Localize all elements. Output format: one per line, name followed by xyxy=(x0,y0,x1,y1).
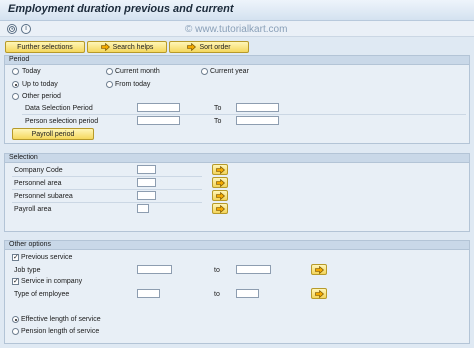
type-of-employee-from-field[interactable] xyxy=(137,289,160,298)
selection-group xyxy=(4,162,470,232)
arrow-right-icon xyxy=(215,191,225,200)
row-divider xyxy=(12,202,202,203)
arrow-right-icon xyxy=(215,178,225,187)
execute-icon[interactable] xyxy=(7,24,17,34)
current-month-label: Current month xyxy=(115,68,160,75)
row-divider xyxy=(12,176,202,177)
personnel-subarea-multiple-selection-button[interactable] xyxy=(212,190,228,201)
personnel-area-multiple-selection-button[interactable] xyxy=(212,177,228,188)
person-selection-period-label: Person selection period xyxy=(25,118,99,125)
company-code-label: Company Code xyxy=(14,167,63,174)
other-period-label: Other period xyxy=(22,93,61,100)
current-year-label: Current year xyxy=(210,68,249,75)
selection-group-title: Selection xyxy=(4,153,470,162)
effective-length-radio[interactable] xyxy=(12,316,19,323)
other-options-group-title: Other options xyxy=(4,240,470,249)
from-today-radio[interactable] xyxy=(106,81,113,88)
company-code-multiple-selection-button[interactable] xyxy=(212,164,228,175)
current-year-radio[interactable] xyxy=(201,68,208,75)
search-helps-label: Search helps xyxy=(112,43,154,51)
service-in-company-label: Service in company xyxy=(21,278,83,285)
sort-order-button[interactable]: Sort order xyxy=(169,41,249,53)
type-of-employee-multiple-selection-button[interactable] xyxy=(311,288,327,299)
payroll-period-button[interactable]: Payroll period xyxy=(12,128,94,140)
arrow-right-icon xyxy=(314,265,324,274)
pension-length-label: Pension length of service xyxy=(21,328,100,335)
other-period-radio[interactable] xyxy=(12,93,19,100)
person-selection-period-to-field[interactable] xyxy=(236,116,279,125)
personnel-area-label: Personnel area xyxy=(14,180,62,187)
personnel-subarea-label: Personnel subarea xyxy=(14,193,73,200)
clock-glyph xyxy=(9,26,15,32)
job-type-multiple-selection-button[interactable] xyxy=(311,264,327,275)
data-selection-period-label: Data Selection Period xyxy=(25,105,93,112)
today-label: Today xyxy=(22,68,41,75)
arrow-right-icon xyxy=(100,43,110,51)
search-helps-button[interactable]: Search helps xyxy=(87,41,167,53)
personnel-area-field[interactable] xyxy=(137,178,156,187)
job-type-to-field[interactable] xyxy=(236,265,271,274)
payroll-area-field[interactable] xyxy=(137,204,149,213)
data-selection-to-label: To xyxy=(214,105,222,112)
further-selections-button[interactable]: Further selections xyxy=(5,41,85,53)
arrow-right-icon xyxy=(215,165,225,174)
payroll-area-label: Payroll area xyxy=(14,206,52,213)
payroll-period-label: Payroll period xyxy=(31,130,75,138)
arrow-right-icon xyxy=(187,43,197,51)
personnel-subarea-field[interactable] xyxy=(137,191,156,200)
page-title: Employment duration previous and current xyxy=(8,3,234,15)
type-of-employee-to-field[interactable] xyxy=(236,289,259,298)
type-of-employee-label: Type of employee xyxy=(14,291,70,298)
company-code-field[interactable] xyxy=(137,165,156,174)
data-selection-period-from-field[interactable] xyxy=(137,103,180,112)
job-type-label: Job type xyxy=(14,267,41,274)
up-to-today-radio[interactable] xyxy=(12,81,19,88)
period-group-title: Period xyxy=(4,55,470,64)
today-radio[interactable] xyxy=(12,68,19,75)
from-today-label: From today xyxy=(115,81,151,88)
payroll-area-multiple-selection-button[interactable] xyxy=(212,203,228,214)
service-in-company-checkbox[interactable]: ✓ xyxy=(12,278,19,285)
job-type-from-field[interactable] xyxy=(137,265,172,274)
previous-service-checkbox[interactable]: ✓ xyxy=(12,254,19,261)
sort-order-label: Sort order xyxy=(199,43,231,51)
arrow-right-icon xyxy=(314,289,324,298)
effective-length-label: Effective length of service xyxy=(21,316,101,323)
up-to-today-label: Up to today xyxy=(22,81,58,88)
type-of-employee-to-label: to xyxy=(214,291,220,298)
row-divider xyxy=(22,114,466,115)
previous-service-label: Previous service xyxy=(21,254,73,261)
further-selections-label: Further selections xyxy=(17,43,73,51)
pension-length-radio[interactable] xyxy=(12,328,19,335)
person-selection-to-label: To xyxy=(214,118,222,125)
arrow-right-icon xyxy=(215,204,225,213)
current-month-radio[interactable] xyxy=(106,68,113,75)
row-divider xyxy=(12,189,202,190)
data-selection-period-to-field[interactable] xyxy=(236,103,279,112)
job-type-to-label: to xyxy=(214,267,220,274)
info-icon[interactable]: i xyxy=(21,24,31,34)
person-selection-period-from-field[interactable] xyxy=(137,116,180,125)
watermark: © www.tutorialkart.com xyxy=(185,24,288,35)
